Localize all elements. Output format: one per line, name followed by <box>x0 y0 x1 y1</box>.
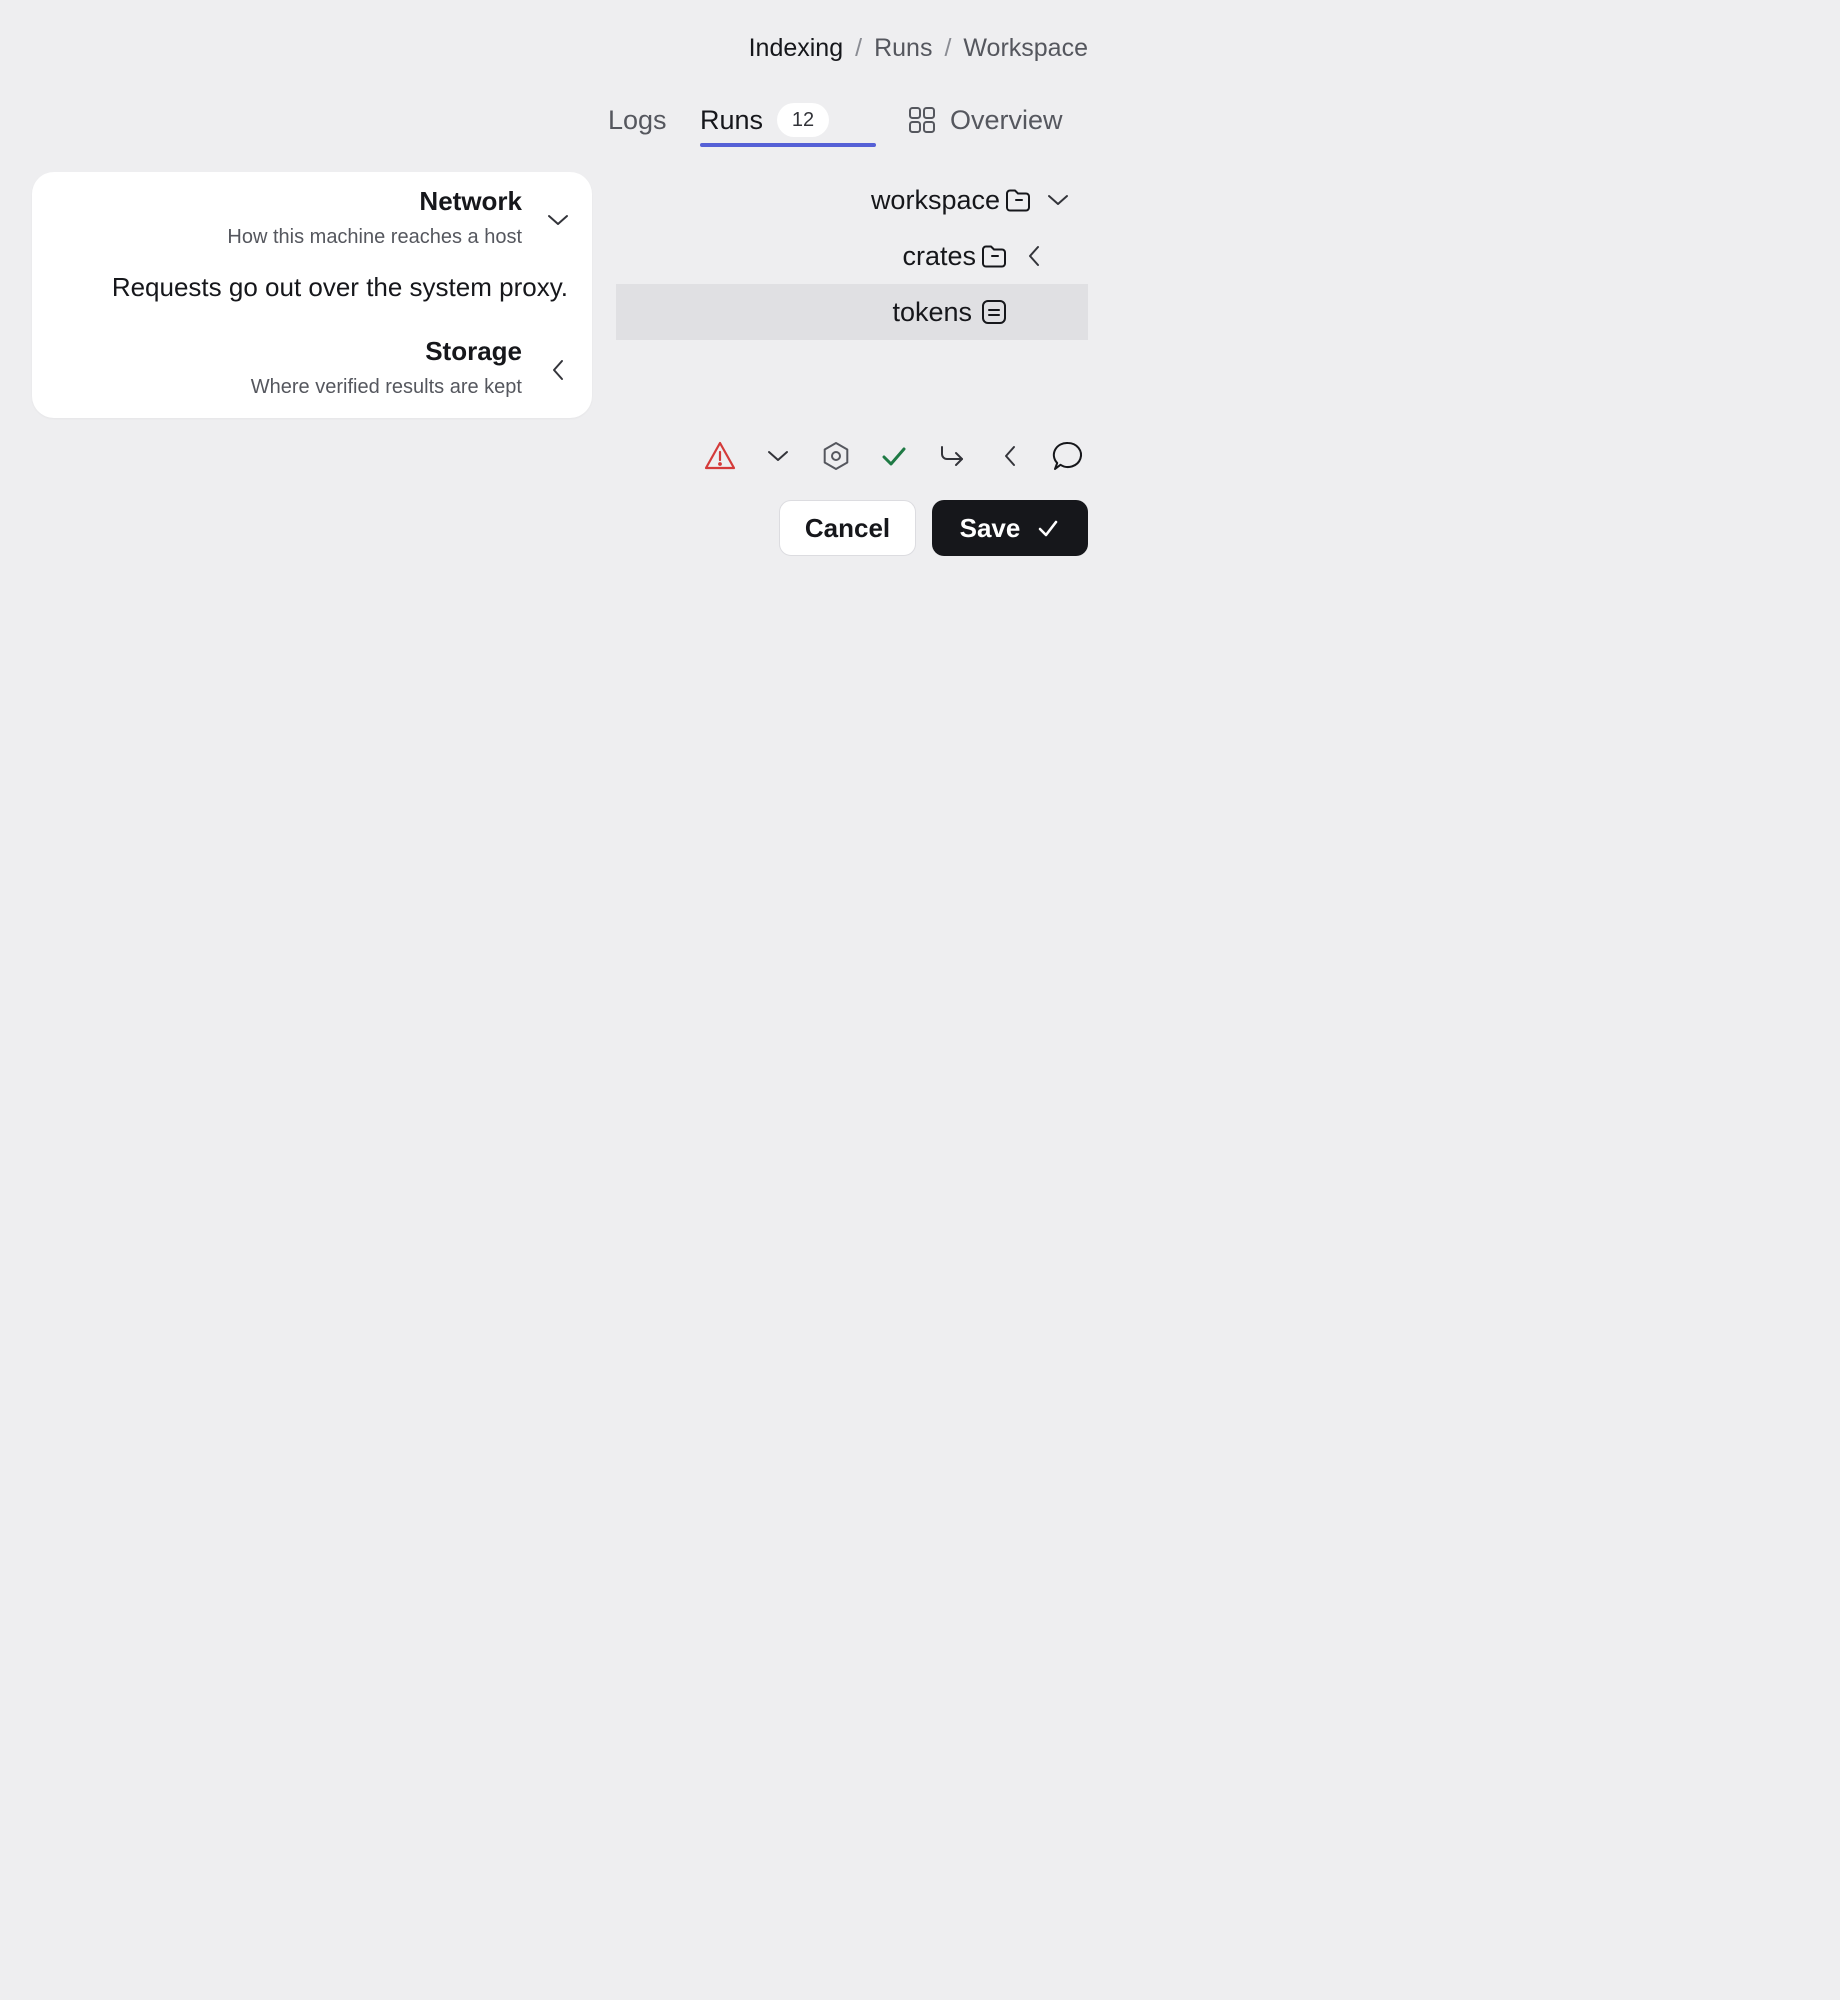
save-button-label: Save <box>959 512 1021 543</box>
breadcrumb-item-indexing[interactable]: Indexing <box>749 34 844 63</box>
chevron-left-icon[interactable] <box>990 436 1030 476</box>
folder-icon <box>980 242 1008 270</box>
active-tab-indicator <box>700 143 876 147</box>
network-section-subtitle: How this machine reaches a host <box>227 226 522 248</box>
tab-logs-label: Logs <box>608 104 667 135</box>
cancel-button-label: Cancel <box>804 512 891 543</box>
breadcrumb-separator: / <box>944 33 952 62</box>
breadcrumb: Indexing / Runs / Workspace <box>749 30 1088 66</box>
storage-section-title[interactable]: Storage <box>425 336 522 367</box>
tree-item-tokens[interactable]: tokens <box>616 284 1088 340</box>
tab-runs-label: Runs <box>700 104 764 135</box>
network-section-title[interactable]: Network <box>419 186 522 217</box>
chevron-down-icon[interactable] <box>1044 186 1072 214</box>
chevron-down-icon[interactable] <box>758 436 798 476</box>
chevron-left-icon[interactable] <box>1020 242 1048 270</box>
tab-logs[interactable]: Logs <box>608 92 667 148</box>
grid-icon <box>908 106 936 134</box>
tree-item-label: workspace <box>870 184 1000 215</box>
tree-item-label: crates <box>902 240 976 271</box>
settings-card: Network How this machine reaches a host … <box>32 172 592 418</box>
tree-item-workspace[interactable]: workspace <box>616 172 1088 228</box>
network-section-body: Requests go out over the system proxy. <box>111 272 568 302</box>
folder-icon <box>1004 186 1032 214</box>
tab-bar: Logs Runs 12 Overview <box>584 92 1088 148</box>
comment-icon[interactable] <box>1048 436 1088 476</box>
check-icon <box>1036 516 1060 540</box>
chevron-down-icon[interactable] <box>544 206 572 234</box>
runs-count-badge: 12 <box>777 103 830 137</box>
storage-section-subtitle: Where verified results are kept <box>250 376 522 398</box>
tab-runs[interactable]: Runs 12 <box>700 92 830 148</box>
tab-overview-label: Overview <box>950 104 1063 135</box>
tree-item-label: tokens <box>892 296 972 327</box>
tree-item-crates[interactable]: crates <box>616 228 1088 284</box>
save-button[interactable]: Save <box>932 500 1088 556</box>
tab-overview[interactable]: Overview <box>908 92 1063 148</box>
redirect-icon[interactable] <box>932 436 972 476</box>
breadcrumb-separator: / <box>855 33 863 62</box>
cancel-button[interactable]: Cancel <box>779 500 916 556</box>
settings-icon[interactable] <box>816 436 856 476</box>
warning-icon[interactable] <box>700 436 740 476</box>
file-icon <box>980 298 1008 326</box>
breadcrumb-item-workspace[interactable]: Workspace <box>963 34 1088 63</box>
check-icon[interactable] <box>874 436 914 476</box>
breadcrumb-item-runs[interactable]: Runs <box>874 34 932 63</box>
chevron-left-icon[interactable] <box>544 356 572 384</box>
